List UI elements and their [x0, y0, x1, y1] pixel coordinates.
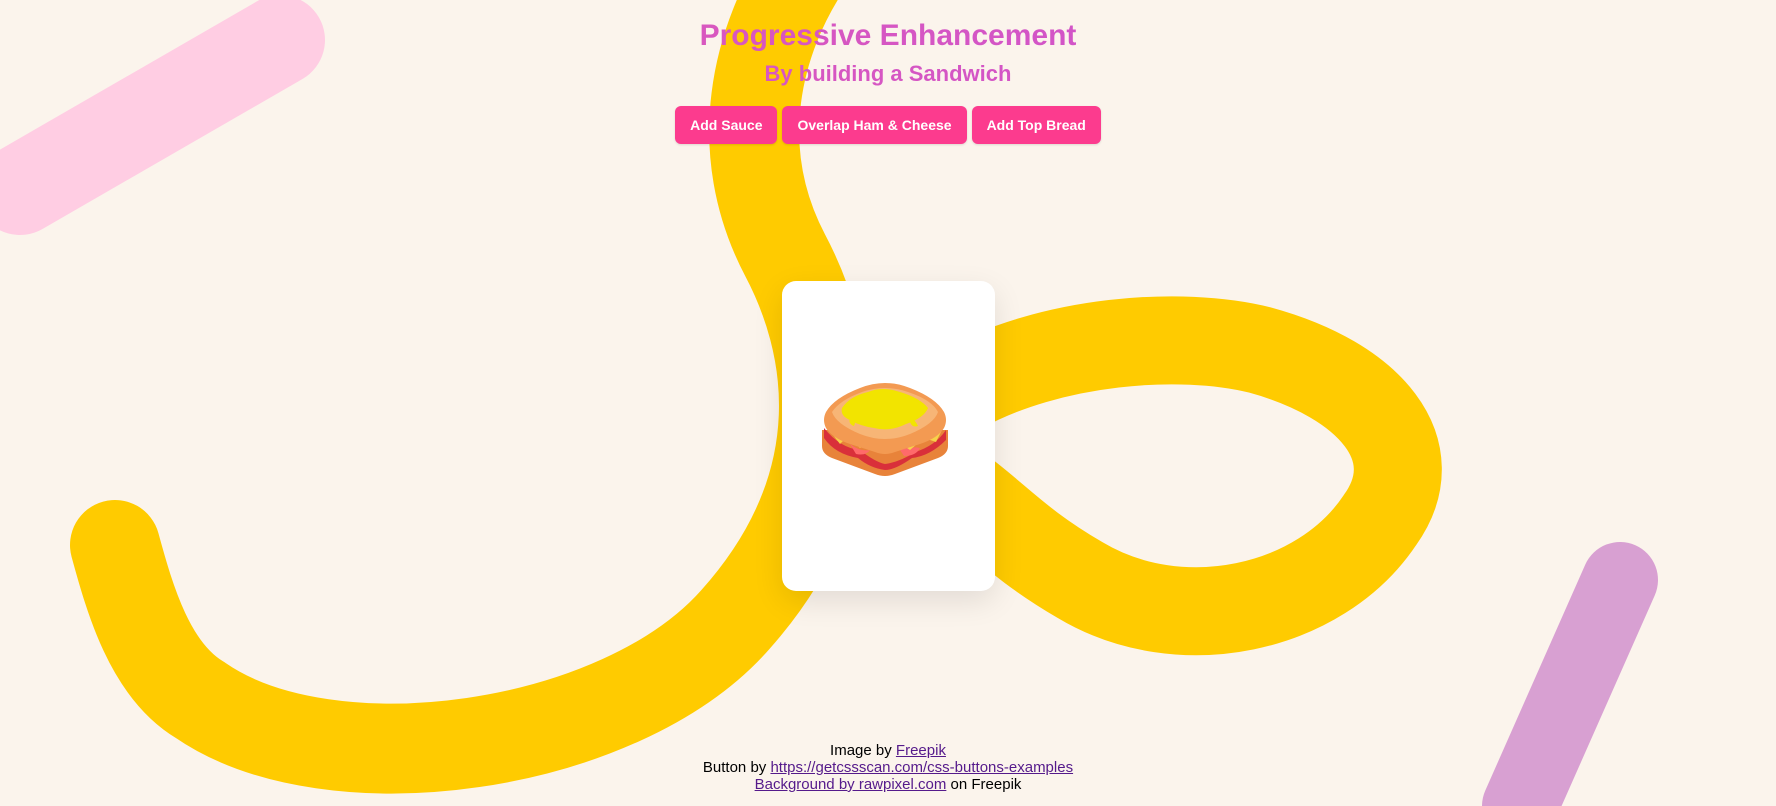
freepik-link[interactable]: Freepik [896, 742, 946, 759]
sandwich-icon [822, 383, 948, 476]
add-top-bread-button[interactable]: Add Top Bread [971, 106, 1101, 144]
sandwich-card [782, 281, 995, 591]
credit-line-background: Background by rawpixel.com on Freepik [0, 776, 1776, 793]
add-sauce-button[interactable]: Add Sauce [675, 106, 778, 144]
credit-background-suffix: on Freepik [946, 776, 1022, 793]
sandwich-controls: Add Sauce Overlap Ham & Cheese Add Top B… [0, 106, 1776, 144]
page-title: Progressive Enhancement [0, 18, 1776, 54]
rawpixel-link[interactable]: Background by rawpixel.com [755, 776, 947, 793]
credit-image-prefix: Image by [830, 742, 896, 759]
credits: Image by Freepik Button by https://getcs… [0, 742, 1776, 793]
credit-button-prefix: Button by [702, 759, 771, 776]
credit-line-button: Button by https://getcssscan.com/css-but… [0, 759, 1776, 776]
credit-line-image: Image by Freepik [0, 742, 1776, 759]
page: Progressive Enhancement By building a Sa… [0, 0, 1776, 806]
page-subtitle: By building a Sandwich [0, 61, 1776, 87]
getcssscan-link[interactable]: https://getcssscan.com/css-buttons-examp… [770, 759, 1073, 776]
yellow-squiggle-loop [916, 296, 1442, 656]
overlap-ham-cheese-button[interactable]: Overlap Ham & Cheese [782, 106, 967, 144]
